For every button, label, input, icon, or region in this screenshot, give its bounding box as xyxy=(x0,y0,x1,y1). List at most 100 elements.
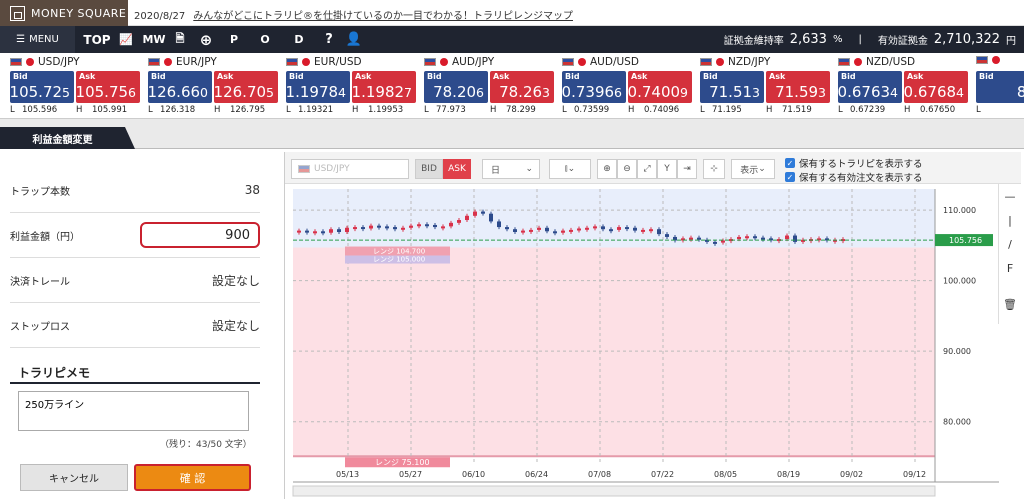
pair-header xyxy=(976,56,1004,64)
fit-icon[interactable]: ⤢ xyxy=(637,159,657,179)
y-scale-icon[interactable]: Y xyxy=(657,159,677,179)
top-button[interactable]: TOP xyxy=(83,26,110,53)
low-price: 77.973 xyxy=(436,105,466,115)
check-icon: ✓ xyxy=(785,158,795,168)
ask-button[interactable]: Ask 0.74009 xyxy=(628,71,692,103)
candle xyxy=(793,235,797,242)
x-tick-label: 06/24 xyxy=(525,470,548,479)
candle xyxy=(481,211,485,214)
trash-icon[interactable]: 🗑 xyxy=(999,292,1021,316)
plus-icon[interactable]: ⊕ xyxy=(195,26,217,53)
news-ticker: 2020/8/27 みんながどこにトラリピ®を仕掛けているのか一目でわかる！トラリ… xyxy=(134,7,573,22)
hamburger-icon: ☰ xyxy=(16,34,26,45)
help-icon[interactable]: ? xyxy=(318,26,340,53)
range-lower-label: レンジ 75.100 xyxy=(375,458,430,467)
show-traripi-checkbox[interactable]: ✓ 保有するトラリピを表示する xyxy=(785,156,923,170)
zoom-out-icon[interactable]: ⊖ xyxy=(617,159,637,179)
check-icon: ✓ xyxy=(785,172,795,182)
candle xyxy=(625,227,629,230)
menu-button[interactable]: ☰ MENU xyxy=(0,26,75,53)
candle xyxy=(545,227,549,232)
mw-icon[interactable]: MW xyxy=(142,26,165,53)
pair-header: NZD/JPY xyxy=(700,56,770,68)
x-tick-label: 05/13 xyxy=(336,470,359,479)
trend-line-icon[interactable]: / xyxy=(999,232,1021,256)
candle xyxy=(305,230,309,233)
rate-card: USD/JPY Bid 105.725 Ask 105.756 L 105.596 H 105.… xyxy=(0,53,140,118)
candle xyxy=(489,213,493,222)
tab-profit-change[interactable]: 利益金額変更 xyxy=(0,127,135,149)
ask-button[interactable]: Ask 1.19827 xyxy=(352,71,416,103)
ask-button[interactable]: Ask 105.756 xyxy=(76,71,140,103)
brand-logo[interactable]: MONEY SQUARE xyxy=(0,0,128,26)
position-icon[interactable]: P xyxy=(222,26,246,53)
candle xyxy=(505,227,509,230)
candle xyxy=(529,229,533,232)
scrollbar xyxy=(292,485,936,497)
candle-type-select[interactable]: ⫾⌄ xyxy=(549,159,591,179)
pair-header: AUD/JPY xyxy=(424,56,494,68)
cancel-button[interactable]: キャンセル xyxy=(20,464,128,491)
vertical-line-icon[interactable]: | xyxy=(999,208,1021,232)
candle xyxy=(593,226,597,229)
amount-input[interactable]: 900 xyxy=(140,222,260,248)
chart-icon[interactable]: 📈 xyxy=(115,26,137,53)
show-orders-checkbox[interactable]: ✓ 保有する有効注文を表示する xyxy=(785,170,923,184)
bid-button[interactable]: Bid 105.725 xyxy=(10,71,74,103)
memo-input[interactable]: 250万ライン xyxy=(18,391,249,431)
bid-button[interactable]: Bid 71.513 xyxy=(700,71,764,103)
pair-header: AUD/USD xyxy=(562,56,639,68)
document-icon[interactable]: 🗎 xyxy=(170,26,190,53)
price-chart[interactable]: 110.000 100.000 90.000 80.000 05/13 05/27 06/1… xyxy=(285,184,999,499)
bid-button[interactable]: Bid 78.206 xyxy=(424,71,488,103)
status-dot-icon xyxy=(716,58,724,66)
rate-card: AUD/USD Bid 0.73966 Ask 0.74009 L 0.73599 H 0.74… xyxy=(552,53,692,118)
user-icon[interactable]: 👤 xyxy=(343,26,365,53)
status-dot-icon xyxy=(440,58,448,66)
news-link[interactable]: みんながどこにトラリピ®を仕掛けているのか一目でわかる！トラリピレンジマップ xyxy=(193,11,573,22)
indicator-icon[interactable]: ⊹ xyxy=(703,159,725,179)
done-icon[interactable]: D xyxy=(287,26,311,53)
ask-button[interactable]: Ask 126.705 xyxy=(214,71,278,103)
scroll-end-icon[interactable]: ⇥ xyxy=(677,159,697,179)
candle xyxy=(537,227,541,230)
zoom-in-icon[interactable]: ⊕ xyxy=(597,159,617,179)
period-select[interactable]: 日 ⌄ xyxy=(482,159,540,179)
bid-button[interactable]: Bid 0.73966 xyxy=(562,71,626,103)
bid-button[interactable]: Bid 0.67634 xyxy=(838,71,902,103)
status-dot-icon xyxy=(302,58,310,66)
ask-button[interactable]: Ask 78.263 xyxy=(490,71,554,103)
brand-icon xyxy=(10,5,25,21)
order-icon[interactable]: O xyxy=(253,26,277,53)
status-dot-icon xyxy=(26,58,34,66)
candle xyxy=(665,234,669,237)
low-price: 1.19321 xyxy=(298,105,334,115)
minus-icon[interactable]: — xyxy=(999,184,1021,208)
ask-button[interactable]: Ask 71.593 xyxy=(766,71,830,103)
account-summary: 証拠金維持率 2,633 % | 有効証拠金 2,710,322 円 xyxy=(723,32,1016,47)
x-tick-label: 06/10 xyxy=(462,470,485,479)
flag-icon xyxy=(976,56,988,64)
flag-icon xyxy=(562,58,574,66)
x-tick-label: 08/19 xyxy=(777,470,800,479)
tab-bar: 利益金額変更 xyxy=(0,119,1024,149)
pair-header: EUR/JPY xyxy=(148,56,217,68)
pair-select[interactable]: USD/JPY xyxy=(291,159,409,179)
candle xyxy=(385,226,389,229)
display-select[interactable]: 表示 ⌄ xyxy=(731,159,775,179)
bid-button[interactable]: Bid 126.660 xyxy=(148,71,212,103)
ask-button[interactable]: Ask 0.67684 xyxy=(904,71,968,103)
ask-toggle[interactable]: ASK xyxy=(443,159,471,179)
candle xyxy=(433,224,437,228)
low-price: 126.318 xyxy=(160,105,196,115)
candle xyxy=(449,222,453,227)
bid-toggle[interactable]: BID xyxy=(415,159,443,179)
high-price: 126.795 xyxy=(230,105,266,115)
confirm-button[interactable]: 確 認 xyxy=(134,464,251,491)
status-dot-icon xyxy=(992,56,1000,64)
candle xyxy=(649,229,653,232)
candle xyxy=(697,237,701,240)
bid-button[interactable]: Bid 1.19784 xyxy=(286,71,350,103)
fibonacci-icon[interactable]: F xyxy=(999,256,1021,280)
bid-button[interactable]: Bid81 xyxy=(976,71,1024,103)
